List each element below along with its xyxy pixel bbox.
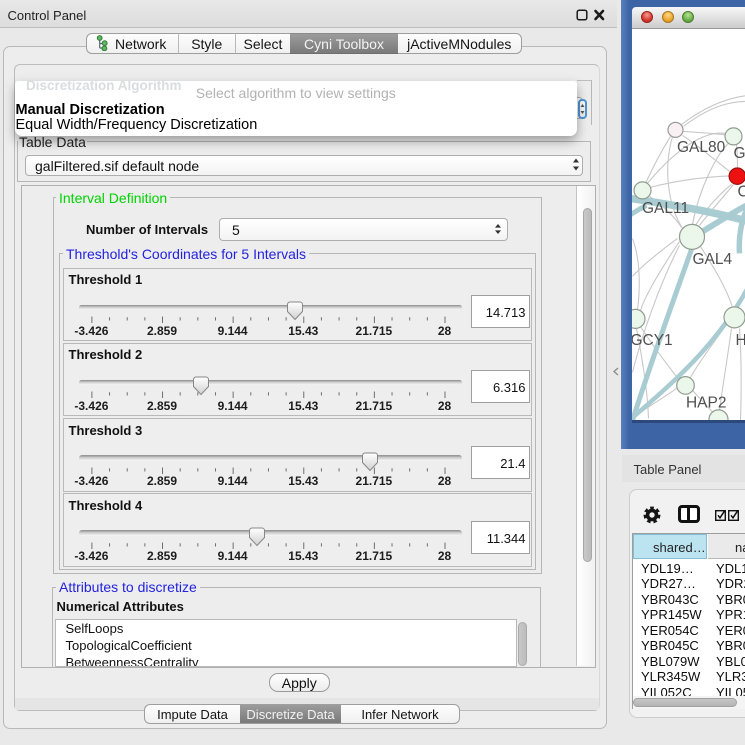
svg-text:HAP2: HAP2 [686,394,726,411]
svg-text:GCY1: GCY1 [632,331,673,348]
svg-text:GA: GA [733,144,745,161]
svg-text:GAL11: GAL11 [642,199,689,216]
svg-text:GAL80: GAL80 [677,138,725,155]
svg-text:C: C [737,183,745,200]
svg-text:GAL4: GAL4 [692,250,732,267]
svg-text:H: H [735,331,745,348]
